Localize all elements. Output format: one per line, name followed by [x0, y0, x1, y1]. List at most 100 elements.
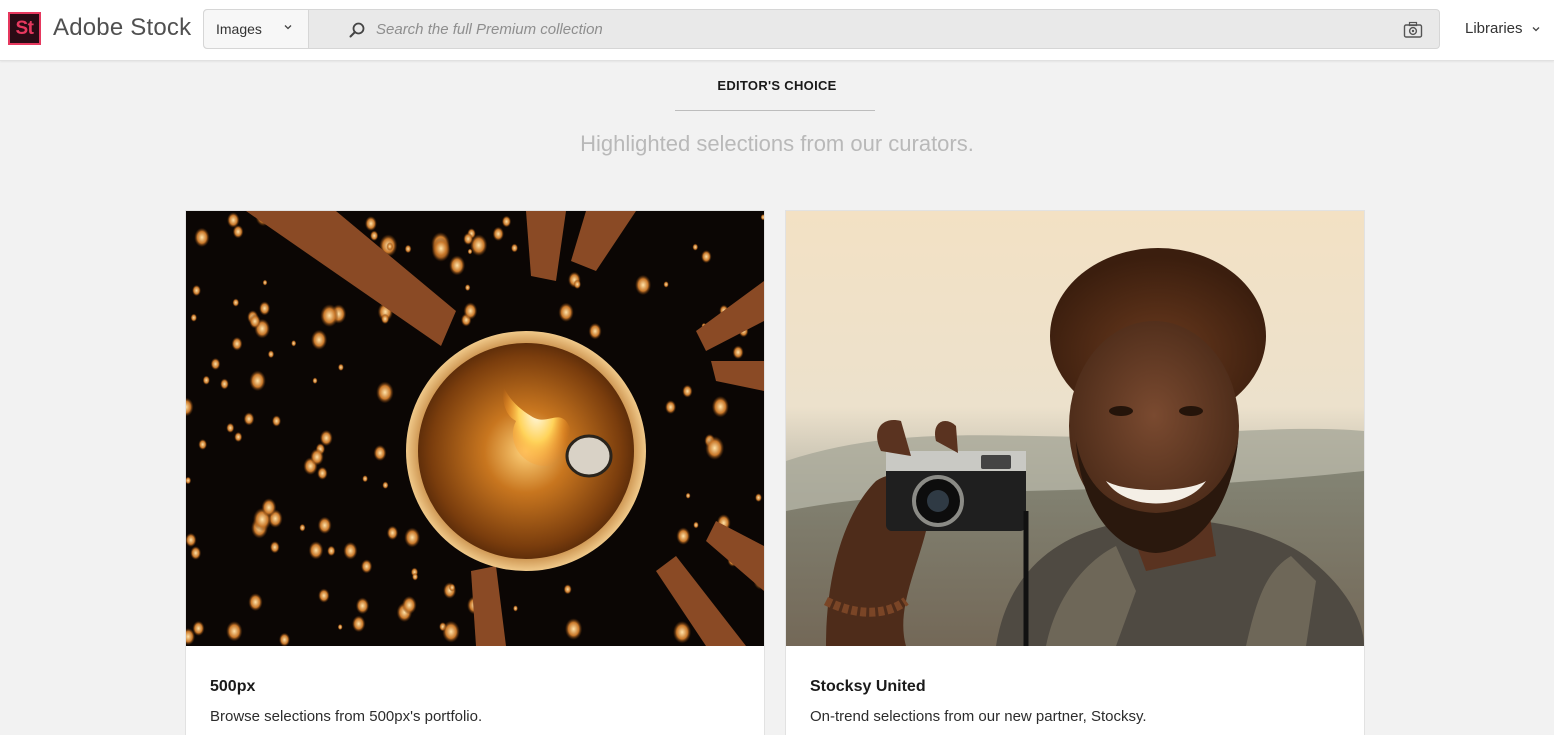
- lantern-light: [463, 302, 478, 320]
- chevron-down-icon: [1532, 27, 1540, 32]
- lantern-light: [226, 422, 235, 433]
- lantern-light: [732, 345, 744, 360]
- lantern-light: [701, 250, 712, 264]
- camera-icon[interactable]: [1403, 21, 1423, 39]
- lantern-light: [261, 498, 277, 517]
- lantern-light: [386, 525, 399, 541]
- libraries-label: Libraries: [1465, 20, 1523, 37]
- lantern-light: [376, 381, 394, 404]
- lantern-light: [198, 439, 208, 450]
- lantern-light: [362, 475, 368, 483]
- lantern-light: [269, 541, 280, 554]
- card-title[interactable]: 500px: [210, 678, 255, 696]
- lantern-light: [318, 588, 330, 603]
- lantern-light: [343, 541, 358, 560]
- search-bar: Images: [203, 9, 1440, 49]
- sky-lantern-festival-photo[interactable]: [186, 211, 764, 646]
- lantern-light: [210, 357, 221, 371]
- lantern-light: [308, 541, 324, 560]
- lantern-light: [564, 618, 583, 640]
- card-title[interactable]: Stocksy United: [810, 678, 926, 696]
- lantern-light: [231, 336, 243, 351]
- lantern-light: [232, 298, 240, 307]
- lantern-light: [259, 301, 271, 316]
- lantern-light: [693, 521, 699, 529]
- lantern-light: [705, 436, 725, 460]
- top-header: St Adobe Stock Images Libraries: [0, 0, 1554, 61]
- lantern-light: [443, 582, 457, 599]
- lantern-light: [360, 559, 373, 574]
- adobe-stock-logo[interactable]: St: [8, 12, 41, 45]
- lantern-light: [382, 481, 389, 490]
- lantern-light: [311, 329, 328, 350]
- lantern-light: [190, 546, 202, 560]
- lantern-light: [299, 523, 306, 532]
- lantern-light: [492, 226, 504, 242]
- lantern-light: [573, 279, 582, 290]
- lantern-light: [337, 623, 343, 631]
- lantern-light: [676, 527, 691, 545]
- collection-card-500px[interactable]: 500px Browse selections from 500px's por…: [185, 210, 765, 735]
- lantern-light: [310, 448, 324, 466]
- collection-card-stocksy-united[interactable]: Stocksy United On-trend selections from …: [785, 210, 1365, 735]
- lantern-light: [404, 244, 412, 254]
- libraries-menu[interactable]: Libraries: [1465, 20, 1541, 37]
- lantern-light: [404, 527, 421, 548]
- lantern-light: [249, 370, 266, 392]
- lantern-light: [588, 322, 602, 340]
- lantern-light: [563, 584, 572, 595]
- lantern-light: [401, 595, 417, 615]
- lantern-light: [192, 284, 201, 297]
- lantern-light: [194, 227, 210, 248]
- lantern-light: [262, 279, 268, 286]
- card-description: Browse selections from 500px's portfolio…: [210, 708, 483, 725]
- lantern-light: [355, 597, 370, 615]
- lantern-light: [320, 304, 339, 328]
- lantern-light: [190, 313, 198, 322]
- lantern-light: [467, 248, 473, 255]
- lantern-light: [682, 384, 693, 398]
- section-eyebrow: EDITOR'S CHOICE: [717, 78, 837, 93]
- search-input[interactable]: [376, 16, 1386, 42]
- lantern-light: [319, 429, 333, 447]
- lantern-light: [249, 314, 261, 329]
- lantern-light: [463, 232, 474, 246]
- lantern-light: [449, 255, 466, 276]
- lantern-light: [317, 466, 328, 480]
- lantern-light: [248, 593, 263, 612]
- lantern-light: [635, 274, 652, 296]
- lantern-light: [337, 363, 344, 371]
- lantern-light: [558, 302, 574, 322]
- lantern-light: [673, 620, 692, 644]
- lantern-light: [226, 621, 243, 642]
- chevron-down-icon: [284, 25, 292, 30]
- lantern-light: [685, 492, 691, 499]
- lantern-light: [380, 313, 390, 325]
- smiling-man-with-camera-photo[interactable]: [786, 211, 1364, 646]
- lantern-light: [501, 215, 512, 228]
- lantern-light: [271, 415, 282, 427]
- lantern-light: [373, 444, 387, 462]
- brand-name[interactable]: Adobe Stock: [53, 14, 191, 42]
- lantern-light: [432, 237, 450, 260]
- lantern-light: [665, 400, 677, 415]
- asset-type-label: Images: [216, 21, 262, 37]
- lantern-light: [317, 516, 332, 534]
- lantern-light: [448, 583, 456, 592]
- lantern-light: [202, 375, 210, 385]
- lantern-light: [370, 230, 379, 241]
- search-icon: [349, 22, 365, 38]
- card-description: On-trend selections from our new partner…: [810, 708, 1147, 725]
- lantern-light: [364, 216, 377, 232]
- lantern-light: [386, 242, 394, 251]
- lantern-light: [267, 350, 275, 359]
- lantern-light: [243, 412, 255, 426]
- lantern-light: [352, 615, 366, 633]
- asset-type-dropdown[interactable]: Images: [204, 10, 309, 48]
- lantern-light: [510, 243, 519, 253]
- lantern-light: [291, 340, 297, 347]
- lantern-light: [234, 431, 243, 443]
- lantern-light: [412, 573, 419, 581]
- lantern-light: [312, 377, 318, 384]
- lantern-light: [327, 545, 336, 557]
